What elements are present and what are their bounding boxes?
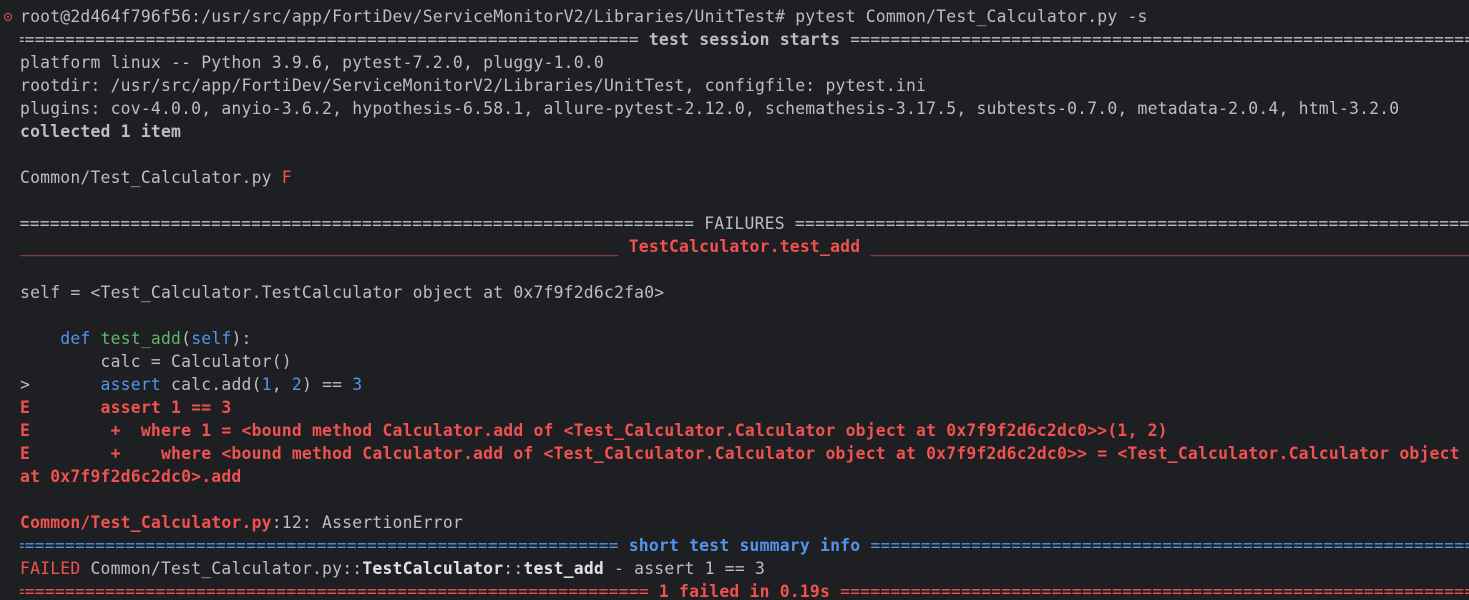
error-location-tail: :12: AssertionError [271, 513, 463, 532]
failed-summary-line: FAILED Common/Test_Calculator.py::TestCa… [20, 557, 1469, 580]
rule-right: ========================================… [840, 582, 1469, 600]
command-prompt-line: root@2d464f796f56:/usr/src/app/FortiDev/… [20, 7, 1148, 26]
test-file-line: Common/Test_Calculator.py F [20, 166, 1469, 189]
error-line: E + where 1 = <bound method Calculator.a… [20, 421, 1168, 440]
failed-label: FAILED [20, 559, 81, 578]
failures-header-line: ========================================… [20, 212, 1469, 235]
rule-left: ========================================… [20, 30, 639, 49]
rule-right: ========================================… [794, 214, 1469, 233]
self-keyword: self [191, 329, 232, 348]
collected-line: collected 1 item [20, 122, 182, 141]
def-keyword: def [60, 329, 91, 348]
assert-prefix: > [20, 375, 101, 394]
failed-sep: :: [503, 559, 524, 578]
code-assert-line: > assert calc.add(1, 2) == 3 [20, 373, 1469, 396]
arg-two: 2 [291, 375, 302, 394]
failed-class: TestCalculator [362, 559, 504, 578]
code-def-line: def test_add(self): [20, 327, 1469, 350]
error-line: E assert 1 == 3 [20, 398, 232, 417]
failed-path: Common/Test_Calculator.py:: [80, 559, 363, 578]
failures-header-text: FAILURES [694, 214, 795, 233]
function-name: test_add [100, 329, 182, 348]
test-header-line: ________________________________________… [20, 235, 1469, 258]
error-status-icon [4, 13, 12, 21]
final-header-text: 1 failed in 0.19s [648, 582, 841, 600]
rootdir-line: rootdir: /usr/src/app/FortiDev/ServiceMo… [20, 76, 927, 95]
rule-left: ========================================… [20, 536, 619, 555]
test-header-text: TestCalculator.test_add [618, 237, 871, 256]
rule-right: ________________________________________… [870, 237, 1469, 256]
failed-tail: - assert 1 == 3 [603, 559, 766, 578]
self-line: self = <Test_Calculator.TestCalculator o… [20, 283, 665, 302]
failed-test: test_add [523, 559, 604, 578]
error-line: at 0x7f9f2d6c2dc0>.add [20, 467, 242, 486]
arg-sep: , [271, 375, 292, 394]
terminal-window[interactable]: root@2d464f796f56:/usr/src/app/FortiDev/… [0, 0, 1469, 600]
rule-right: ========================================… [850, 30, 1469, 49]
def-tail: ): [231, 329, 252, 348]
assert-value: 3 [352, 375, 363, 394]
rule-left: ========================================… [20, 582, 649, 600]
test-result-status: F [281, 168, 292, 187]
plugins-line: plugins: cov-4.0.0, anyio-3.6.2, hypothe… [20, 99, 1400, 118]
arg-one: 1 [261, 375, 272, 394]
rule-left: ========================================… [20, 214, 695, 233]
code-calc-line: calc = Calculator() [20, 352, 292, 371]
session-header-line: ========================================… [20, 28, 1469, 51]
assert-call: calc.add( [160, 375, 262, 394]
rule-left: ________________________________________… [20, 237, 619, 256]
platform-line: platform linux -- Python 3.9.6, pytest-7… [20, 53, 604, 72]
final-header-line: ========================================… [20, 580, 1469, 600]
assert-keyword: assert [100, 375, 161, 394]
error-line: E + where <bound method Calculator.add o… [20, 444, 1460, 463]
summary-header-line: ========================================… [20, 534, 1469, 557]
assert-eq: ) == [301, 375, 353, 394]
rule-right: ========================================… [870, 536, 1469, 555]
summary-header-text: short test summary info [618, 536, 871, 555]
test-file-name: Common/Test_Calculator.py [20, 168, 282, 187]
error-location-file: Common/Test_Calculator.py [20, 513, 272, 532]
error-location-line: Common/Test_Calculator.py:12: AssertionE… [20, 511, 1469, 534]
session-header-text: test session starts [638, 30, 851, 49]
